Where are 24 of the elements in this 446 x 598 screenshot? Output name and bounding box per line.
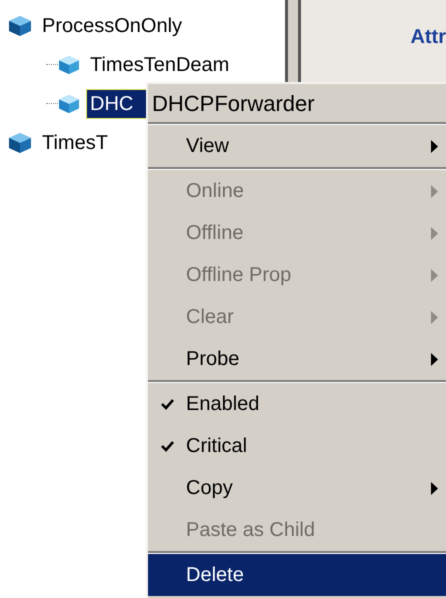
submenu-arrow-icon	[431, 482, 438, 494]
menu-item[interactable]: Critical	[148, 425, 446, 467]
menu-item[interactable]: Delete	[148, 554, 446, 596]
cube-icon	[58, 94, 80, 114]
cube-icon	[58, 54, 80, 74]
submenu-arrow-icon	[431, 226, 438, 240]
submenu-arrow-icon	[431, 268, 438, 282]
check-icon	[160, 440, 174, 452]
menu-item[interactable]: Copy	[148, 467, 446, 509]
cube-icon	[8, 14, 32, 36]
submenu-arrow-icon	[431, 352, 438, 366]
check-icon	[160, 398, 174, 410]
submenu-arrow-icon	[431, 140, 438, 152]
submenu-arrow-icon	[431, 310, 438, 324]
tree-item[interactable]: TimesT	[38, 128, 112, 158]
tree-item[interactable]: TimesTenDeam	[86, 50, 234, 80]
menu-item[interactable]: Enabled	[148, 383, 446, 425]
menu-title: DHCPForwarder	[151, 90, 316, 118]
menu-item[interactable]: Probe	[148, 338, 446, 380]
tree-item[interactable]: ProcessOnOnly	[38, 10, 186, 40]
panel-heading: Attr	[410, 25, 446, 50]
submenu-arrow-icon	[431, 184, 438, 198]
cube-icon	[8, 132, 32, 154]
menu-item[interactable]: View	[148, 125, 446, 167]
